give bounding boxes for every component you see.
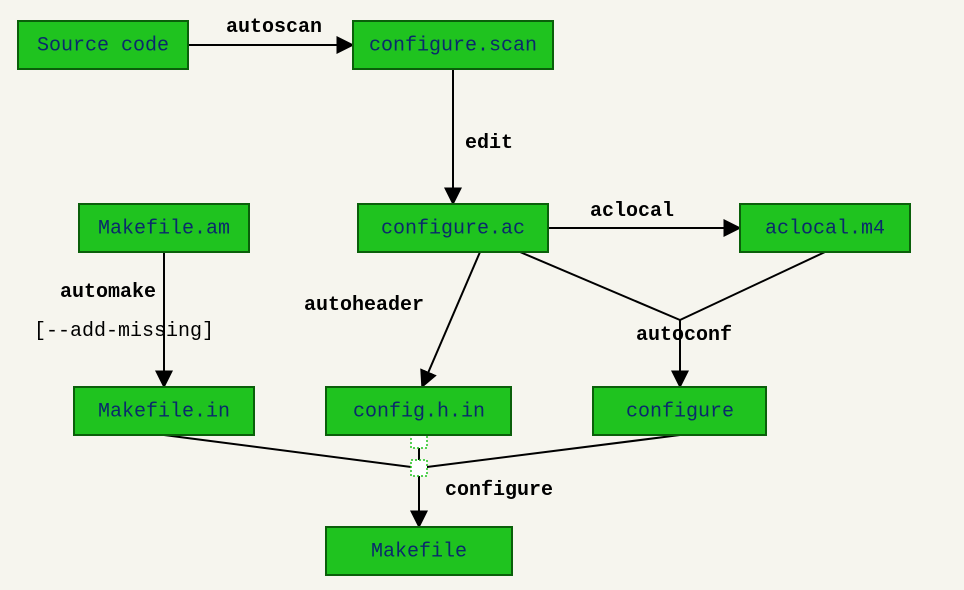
- edge-edit: edit: [453, 69, 513, 204]
- node-makefile-am-label: Makefile.am: [98, 217, 230, 240]
- node-config-h-in-label: config.h.in: [353, 400, 485, 423]
- node-makefile-label: Makefile: [371, 540, 467, 563]
- edge-configure-label: configure: [445, 479, 553, 502]
- edge-autoscan-label: autoscan: [226, 16, 322, 39]
- node-configure-ac-label: configure.ac: [381, 217, 525, 240]
- node-makefile: Makefile: [326, 527, 512, 575]
- node-config-h-in: config.h.in: [326, 387, 511, 435]
- node-configure-scan: configure.scan: [353, 21, 553, 69]
- edge-edit-label: edit: [465, 132, 513, 155]
- edge-aclocal: aclocal: [548, 200, 740, 228]
- node-configure-label: configure: [626, 400, 734, 423]
- node-source-code: Source code: [18, 21, 188, 69]
- edge-aclocal-label: aclocal: [590, 200, 674, 223]
- edge-autoheader: autoheader: [304, 252, 480, 387]
- node-aclocal-m4-label: aclocal.m4: [765, 217, 885, 240]
- edge-autoconf-label: autoconf: [636, 324, 732, 347]
- edge-automake-label: automake: [60, 281, 156, 304]
- node-makefile-in: Makefile.in: [74, 387, 254, 435]
- node-configure-scan-label: configure.scan: [369, 34, 537, 57]
- edge-automake: automake [--add-missing]: [34, 252, 214, 387]
- handle-icon: [411, 460, 427, 476]
- edge-autoheader-label: autoheader: [304, 294, 424, 317]
- edge-automake-sublabel: [--add-missing]: [34, 320, 214, 343]
- node-source-code-label: Source code: [37, 34, 169, 57]
- edge-configure: configure: [164, 432, 680, 527]
- node-makefile-am: Makefile.am: [79, 204, 249, 252]
- edge-autoconf: autoconf: [520, 252, 825, 387]
- edge-autoscan: autoscan: [188, 16, 353, 45]
- node-makefile-in-label: Makefile.in: [98, 400, 230, 423]
- node-aclocal-m4: aclocal.m4: [740, 204, 910, 252]
- node-configure: configure: [593, 387, 766, 435]
- node-configure-ac: configure.ac: [358, 204, 548, 252]
